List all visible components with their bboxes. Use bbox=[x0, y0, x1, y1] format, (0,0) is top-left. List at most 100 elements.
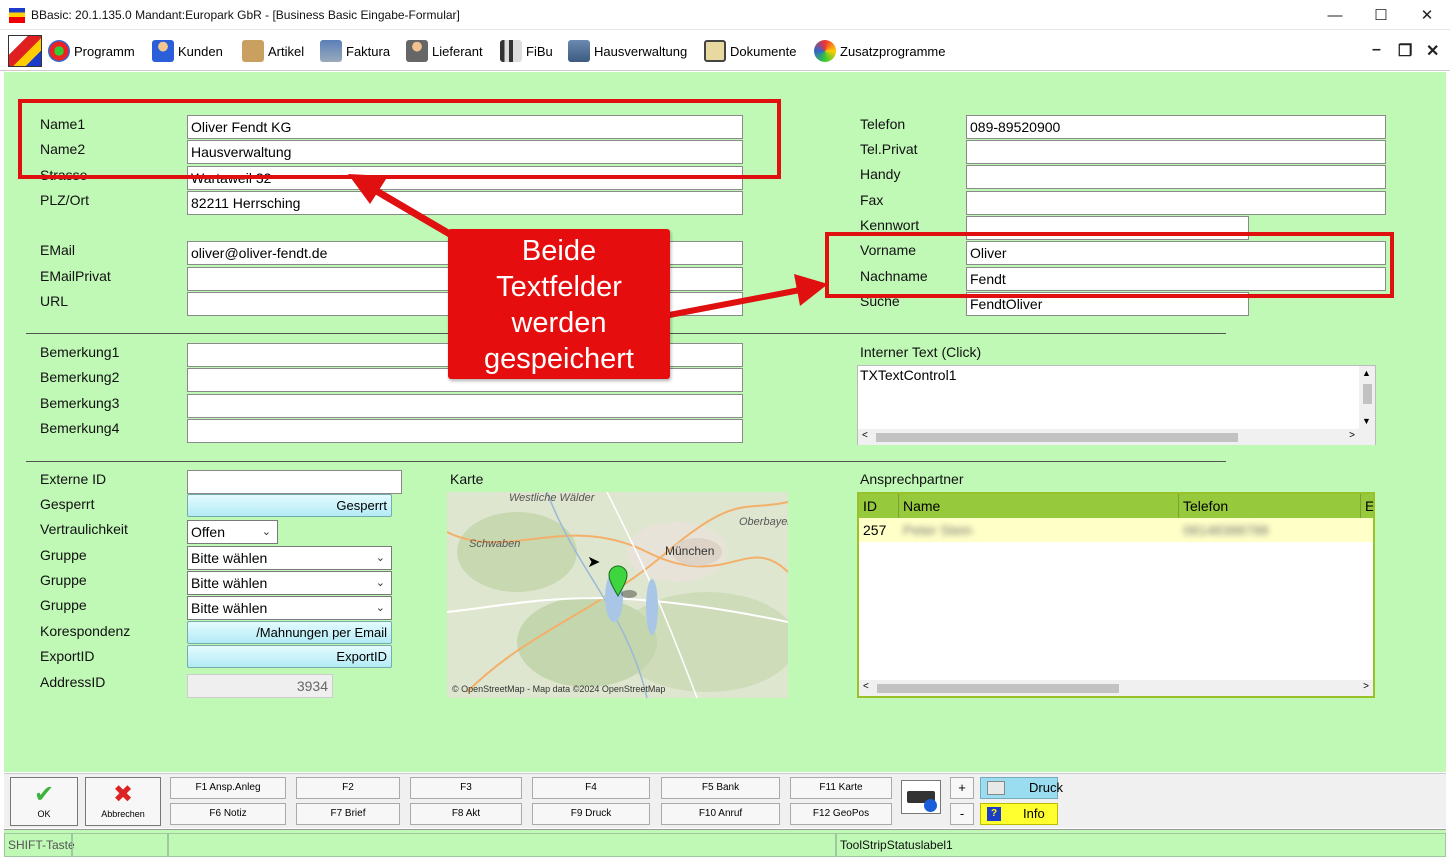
table-row[interactable]: 257 Peter Stein 08148388788 bbox=[859, 518, 1373, 542]
col-id[interactable]: ID bbox=[859, 494, 899, 518]
addressid-label: AddressID bbox=[40, 674, 106, 690]
app-logo-icon[interactable] bbox=[8, 35, 42, 67]
menu-faktura[interactable]: Faktura bbox=[320, 31, 390, 71]
gruppe3-select[interactable]: Bitte wählen ⌄ bbox=[187, 596, 392, 620]
abbrechen-button[interactable]: ✖ Abbrechen bbox=[85, 777, 161, 826]
f2-button[interactable]: F2 bbox=[296, 777, 400, 799]
f9-druck-button[interactable]: F9 Druck bbox=[532, 803, 650, 825]
telprivat-field[interactable] bbox=[966, 140, 1386, 164]
bemerkung4-field[interactable] bbox=[187, 419, 743, 443]
menu-programm[interactable]: Programm bbox=[48, 31, 135, 71]
scroll-left-icon[interactable]: < bbox=[862, 430, 868, 441]
map-marker-icon[interactable] bbox=[607, 564, 637, 600]
f7-brief-button[interactable]: F7 Brief bbox=[296, 803, 400, 825]
mdi-restore-icon[interactable]: ❐ bbox=[1398, 41, 1412, 61]
korrespondenz-button[interactable]: /Mahnungen per Email bbox=[187, 621, 392, 644]
f8-akt-button[interactable]: F8 Akt bbox=[410, 803, 522, 825]
f1-button[interactable]: F1 Ansp.Anleg bbox=[170, 777, 286, 799]
vertraulichkeit-select[interactable]: Offen ⌄ bbox=[187, 520, 278, 544]
f11-karte-button[interactable]: F11 Karte bbox=[790, 777, 892, 799]
handy-field[interactable] bbox=[966, 165, 1386, 189]
highlight-name-fields bbox=[18, 99, 781, 179]
scroll-right-icon[interactable]: > bbox=[1349, 430, 1355, 441]
plus-button[interactable]: + bbox=[950, 777, 974, 799]
scroll-thumb[interactable] bbox=[1363, 384, 1372, 404]
menu-artikel[interactable]: Artikel bbox=[242, 31, 304, 71]
minus-button[interactable]: - bbox=[950, 803, 974, 825]
druck-button[interactable]: Druck bbox=[980, 777, 1063, 799]
plzort-label: PLZ/Ort bbox=[40, 192, 90, 208]
close-icon[interactable]: ✕ bbox=[1404, 0, 1450, 30]
horizontal-scrollbar[interactable]: < > bbox=[858, 429, 1375, 445]
kunden-icon bbox=[152, 40, 174, 62]
status-shift: SHIFT-Taste bbox=[4, 833, 75, 857]
menu-hausverwaltung[interactable]: Hausverwaltung bbox=[568, 31, 687, 71]
gesperrt-button[interactable]: Gesperrt bbox=[187, 494, 392, 517]
mdi-close-icon[interactable]: ✕ bbox=[1426, 41, 1439, 61]
f4-button[interactable]: F4 bbox=[532, 777, 650, 799]
menu-dokumente[interactable]: Dokumente bbox=[704, 31, 796, 71]
scroll-thumb[interactable] bbox=[877, 684, 1119, 693]
telefon-field[interactable]: 089-89520900 bbox=[966, 115, 1386, 139]
scroll-left-icon[interactable]: < bbox=[863, 681, 869, 692]
col-email[interactable]: E bbox=[1361, 494, 1373, 518]
mdi-minimize-icon[interactable]: – bbox=[1372, 41, 1381, 59]
maximize-icon[interactable]: ☐ bbox=[1358, 0, 1404, 30]
gruppe2-value: Bitte wählen bbox=[191, 575, 268, 591]
artikel-icon bbox=[242, 40, 264, 62]
bemerkung2-label: Bemerkung2 bbox=[40, 369, 120, 385]
fax-field[interactable] bbox=[966, 191, 1386, 215]
gruppe1-select[interactable]: Bitte wählen ⌄ bbox=[187, 546, 392, 570]
vertical-scrollbar[interactable]: ▲ ▼ bbox=[1359, 366, 1375, 430]
scroll-up-icon[interactable]: ▲ bbox=[1362, 368, 1371, 378]
minimize-icon[interactable]: — bbox=[1312, 0, 1358, 30]
f10-anruf-button[interactable]: F10 Anruf bbox=[661, 803, 780, 825]
cell-telefon: 08148388788 bbox=[1183, 522, 1269, 538]
f5-bank-button[interactable]: F5 Bank bbox=[661, 777, 780, 799]
gruppe2-select[interactable]: Bitte wählen ⌄ bbox=[187, 571, 392, 595]
map-place-oberbayern: Oberbayern bbox=[739, 516, 788, 528]
bemerkung1-label: Bemerkung1 bbox=[40, 344, 120, 360]
ok-label: OK bbox=[37, 809, 51, 819]
scroll-thumb[interactable] bbox=[876, 433, 1238, 442]
grid-horizontal-scrollbar[interactable]: < > bbox=[859, 680, 1373, 696]
scroll-down-icon[interactable]: ▼ bbox=[1362, 416, 1371, 426]
menu-bar: Programm Kunden Artikel Faktura Lieferan… bbox=[0, 31, 1450, 71]
map-place-westliche: Westliche Wälder bbox=[509, 492, 595, 504]
f6-notiz-button[interactable]: F6 Notiz bbox=[170, 803, 286, 825]
device-button[interactable] bbox=[901, 780, 941, 814]
f12-geopos-button[interactable]: F12 GeoPos bbox=[790, 803, 892, 825]
col-name[interactable]: Name bbox=[899, 494, 1179, 518]
druck-label: Druck bbox=[1029, 780, 1063, 795]
status-panel-3 bbox=[168, 833, 836, 857]
gruppe1-label: Gruppe bbox=[40, 547, 87, 563]
menu-label: Kunden bbox=[178, 43, 223, 59]
ok-button[interactable]: ✔ OK bbox=[10, 777, 78, 826]
exportid-button[interactable]: ExportID bbox=[187, 645, 392, 668]
dokumente-icon bbox=[704, 40, 726, 62]
menu-lieferant[interactable]: Lieferant bbox=[406, 31, 483, 71]
menu-kunden[interactable]: Kunden bbox=[152, 31, 223, 71]
callout-line: werden bbox=[511, 307, 607, 339]
gruppe1-value: Bitte wählen bbox=[191, 550, 268, 566]
map-view[interactable]: Westliche Wälder Schwaben München Oberba… bbox=[447, 492, 788, 698]
handy-label: Handy bbox=[860, 166, 901, 182]
cell-id: 257 bbox=[863, 522, 887, 538]
hausverwaltung-icon bbox=[568, 40, 590, 62]
info-badge-icon bbox=[924, 799, 937, 812]
info-button[interactable]: ? Info bbox=[980, 803, 1058, 825]
externe-id-field[interactable] bbox=[187, 470, 402, 494]
scroll-right-icon[interactable]: > bbox=[1363, 681, 1369, 692]
callout-line: Textfelder bbox=[496, 271, 622, 303]
chevron-down-icon: ⌄ bbox=[375, 602, 385, 614]
arrow-right-icon bbox=[663, 274, 828, 319]
emailprivat-label: EMailPrivat bbox=[40, 268, 111, 284]
menu-zusatzprogramme[interactable]: Zusatzprogramme bbox=[814, 31, 945, 71]
col-telefon[interactable]: Telefon bbox=[1179, 494, 1361, 518]
interner-text-editor[interactable]: TXTextControl1 ▲ ▼ < > bbox=[857, 365, 1376, 445]
menu-fibu[interactable]: FiBu bbox=[500, 31, 553, 71]
bemerkung3-field[interactable] bbox=[187, 394, 743, 418]
faktura-icon bbox=[320, 40, 342, 62]
contacts-grid[interactable]: ID Name Telefon E 257 Peter Stein 081483… bbox=[857, 492, 1375, 698]
f3-button[interactable]: F3 bbox=[410, 777, 522, 799]
